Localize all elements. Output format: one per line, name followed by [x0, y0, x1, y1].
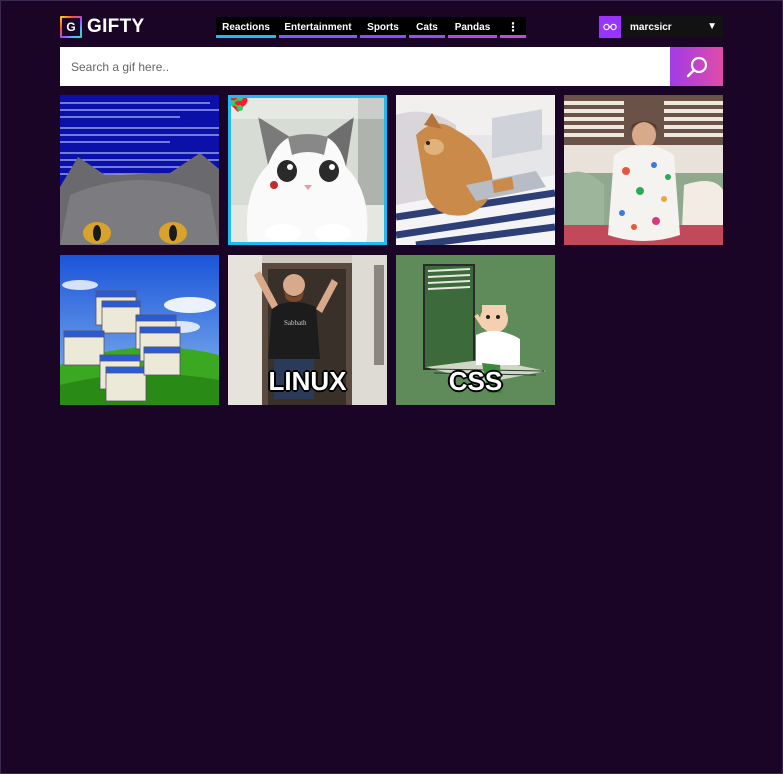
gif-tile-css-blinds[interactable]: CSS — [396, 255, 555, 405]
search-icon — [686, 56, 707, 77]
nav-cats[interactable]: Cats — [409, 17, 445, 38]
nav-more-icon[interactable]: ⋮ — [500, 17, 526, 38]
share-icon[interactable] — [228, 95, 244, 111]
nav-entertainment[interactable]: Entertainment — [279, 17, 357, 38]
gif-tile-dog-laptop[interactable] — [396, 95, 555, 245]
gif-tile-linux-man[interactable]: Sabbath LINUX — [228, 255, 387, 405]
search-button[interactable] — [670, 47, 723, 86]
chevron-down-icon[interactable]: ▼ — [707, 21, 717, 32]
gif-xp-error-windows-image — [60, 255, 219, 405]
search-input[interactable] — [60, 47, 670, 86]
gif-tile-cat-sitting[interactable] — [228, 95, 387, 245]
gif-tile-blanket-woman[interactable] — [564, 95, 723, 245]
logo-letter: G — [66, 20, 76, 34]
category-nav: Reactions Entertainment Sports Cats Pand… — [216, 17, 526, 38]
gif-blanket-woman-image — [564, 95, 723, 245]
gif-actions-bar — [231, 98, 384, 119]
gif-caption: LINUX — [268, 366, 347, 396]
logo-icon: G — [60, 16, 82, 38]
user-menu[interactable]: marcsicr ▼ — [599, 16, 723, 38]
gif-caption: CSS — [448, 366, 503, 396]
gif-cat-bsod-image — [60, 95, 219, 245]
gif-tile-cat-bsod[interactable] — [60, 95, 219, 245]
nav-sports[interactable]: Sports — [360, 17, 406, 38]
nav-pandas[interactable]: Pandas — [448, 17, 497, 38]
gif-dog-laptop-image — [396, 95, 555, 245]
username: marcsicr — [630, 21, 672, 33]
nav-reactions[interactable]: Reactions — [216, 17, 276, 38]
gifty-logo[interactable]: G GIFTY — [60, 16, 144, 38]
gif-tile-xp-error-windows[interactable] — [60, 255, 219, 405]
glasses-graphic — [603, 23, 617, 31]
svg-text:Sabbath: Sabbath — [284, 319, 307, 327]
search-bar — [60, 47, 723, 86]
logo-text: GIFTY — [87, 16, 145, 37]
glasses-icon — [599, 16, 621, 38]
